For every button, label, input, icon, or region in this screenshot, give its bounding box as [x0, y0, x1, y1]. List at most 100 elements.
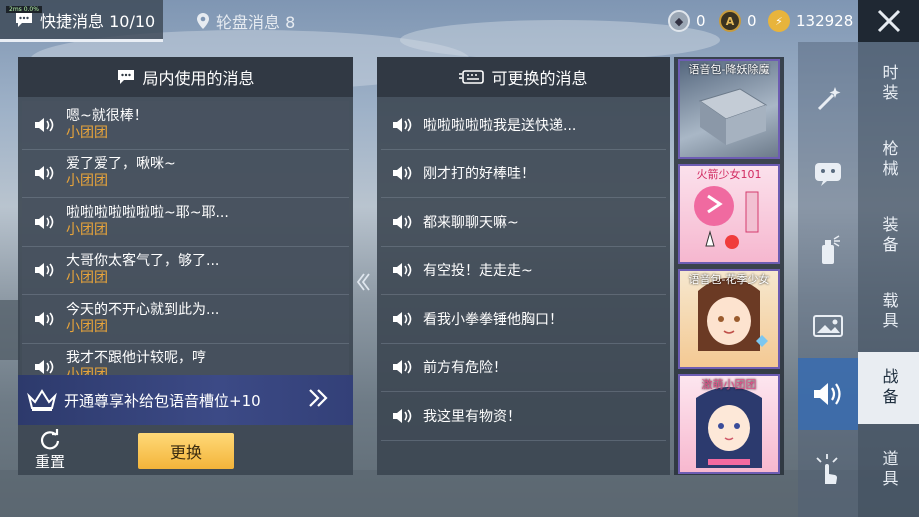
side-tab-fashion[interactable]: 时装	[858, 48, 919, 120]
currency-silver: ◆ 0	[668, 8, 706, 34]
list-item[interactable]: 今天的不开心就到此为... 小团团	[22, 295, 349, 344]
rail-item-picture[interactable]	[798, 290, 858, 362]
double-chevron-left-icon	[356, 273, 370, 291]
face-icon	[815, 163, 841, 186]
rail-item-spray[interactable]	[798, 214, 858, 286]
rail-item-face[interactable]	[798, 138, 858, 210]
currency-uc-value: 132928	[796, 12, 854, 30]
speaker-icon[interactable]	[391, 213, 413, 231]
speaker-icon[interactable]	[33, 213, 55, 231]
ag-coin-icon: A	[719, 10, 741, 32]
chat-bubble-icon	[16, 12, 32, 27]
top-bar: 快捷消息 10/10 2ms 0.0% 轮盘消息 8 ◆ 0 A 0 ⚡ 132…	[0, 0, 919, 42]
side-tab-equipment[interactable]: 装备	[858, 200, 919, 272]
currency-ag: A 0	[719, 8, 757, 34]
message-text: 嗯~就很棒！	[66, 107, 148, 124]
replaceable-messages-title: 可更换的消息	[491, 69, 588, 88]
chat-bubble-icon	[118, 70, 135, 84]
side-tab-vehicles[interactable]: 载具	[858, 276, 919, 348]
voice-pack-label: 语音包-花季少女	[688, 273, 770, 286]
in-game-messages-header: 局内使用的消息	[18, 57, 353, 97]
keyboard-chat-icon	[459, 70, 485, 84]
reset-label: 重置	[34, 453, 65, 471]
speaker-icon[interactable]	[33, 261, 55, 279]
voice-pack-label: 火箭少女101	[696, 168, 762, 181]
message-author: 小团团	[66, 124, 108, 141]
list-item[interactable]: 刚才打的好棒哇！	[381, 150, 666, 198]
list-item[interactable]: 看我小拳拳锤他胸口！	[381, 295, 666, 344]
message-text: 今天的不开心就到此为...	[66, 301, 220, 318]
picture-icon	[813, 315, 843, 337]
double-chevron-right-icon	[309, 389, 328, 407]
replace-button[interactable]: 更换	[138, 433, 234, 469]
currency-uc: ⚡ 132928	[768, 8, 853, 34]
spray-icon	[822, 235, 840, 264]
close-button[interactable]	[858, 0, 919, 42]
currency-ag-value: 0	[747, 12, 757, 30]
list-item[interactable]: 有空投！走走走~	[381, 247, 666, 295]
speaker-icon[interactable]	[33, 164, 55, 182]
message-text: 爱了爱了，啾咪~	[66, 156, 176, 173]
vip-banner-text: 开通尊享补给包语音槽位+10	[64, 391, 261, 410]
vip-upgrade-banner[interactable]: 开通尊享补给包语音槽位+10	[18, 375, 353, 425]
replaceable-messages-panel: 可更换的消息 啦啦啦啦啦我是送快递... 刚才打的好棒哇！ 都来聊聊天嘛~ 有空…	[377, 57, 670, 475]
speaker-icon[interactable]	[391, 261, 413, 279]
refresh-icon	[40, 429, 60, 450]
tab-wheel-messages[interactable]: 轮盘消息 8	[196, 0, 295, 42]
voice-pack-list: 语音包-降妖除魔 火箭少女101 语音包-花季少女 激萌小团团	[674, 57, 784, 475]
close-icon	[877, 9, 900, 33]
speaker-icon[interactable]	[391, 116, 413, 134]
message-text: 看我小拳拳锤他胸口！	[423, 311, 563, 328]
list-item[interactable]: 爱了爱了，啾咪~ 小团团	[22, 149, 349, 198]
voice-pack-card[interactable]: 火箭少女101	[678, 164, 780, 264]
list-item[interactable]: 嗯~就很棒！ 小团团	[22, 101, 349, 150]
rail-item-wand[interactable]	[798, 62, 858, 134]
list-item[interactable]: 啦啦啦啦啦我是送快递...	[381, 101, 666, 150]
in-game-messages-panel: 局内使用的消息 嗯~就很棒！ 小团团 爱了爱了，啾咪~ 小团团 啦啦啦啦啦啦啦~耶~…	[18, 57, 353, 475]
fps-overlay: 2ms 0.0%	[6, 6, 42, 13]
speaker-icon	[814, 383, 841, 405]
speaker-icon[interactable]	[391, 358, 413, 376]
list-item[interactable]: 大哥你太客气了，够了... 小团团	[22, 246, 349, 295]
gesture-icon	[816, 454, 838, 484]
message-text: 都来聊聊天嘛~	[423, 214, 519, 231]
voice-pack-card[interactable]: 激萌小团团	[678, 374, 780, 474]
message-text: 我才不跟他计较呢，哼	[66, 350, 206, 367]
speaker-icon[interactable]	[33, 116, 55, 134]
list-item[interactable]: 啦啦啦啦啦啦啦~耶~耶... 小团团	[22, 198, 349, 247]
rail-item-gesture[interactable]	[798, 434, 858, 506]
message-author: 小团团	[66, 221, 108, 238]
replaceable-message-list[interactable]: 啦啦啦啦啦我是送快递... 刚才打的好棒哇！ 都来聊聊天嘛~ 有空投！走走走~ …	[381, 101, 666, 441]
voice-pack-card[interactable]: 语音包-降妖除魔	[678, 59, 780, 159]
silver-coin-icon: ◆	[668, 10, 690, 32]
lightning-coin-icon: ⚡	[768, 10, 790, 32]
side-tab-props[interactable]: 道具	[858, 434, 919, 506]
message-text: 啦啦啦啦啦啦啦~耶~耶...	[66, 204, 229, 221]
message-text: 啦啦啦啦啦我是送快递...	[423, 117, 577, 134]
rail-item-speaker[interactable]	[798, 358, 858, 430]
in-game-messages-title: 局内使用的消息	[142, 69, 255, 88]
message-author: 小团团	[66, 270, 108, 287]
side-tab-firearms[interactable]: 枪械	[858, 124, 919, 196]
message-author: 小团团	[66, 173, 108, 190]
collapse-handle[interactable]	[354, 268, 372, 296]
speaker-icon[interactable]	[33, 358, 55, 376]
crown-icon	[27, 389, 57, 411]
speaker-icon[interactable]	[33, 310, 55, 328]
reset-button[interactable]: 重置	[30, 429, 70, 472]
list-item[interactable]: 都来聊聊天嘛~	[381, 198, 666, 247]
list-item[interactable]: 前方有危险！	[381, 344, 666, 392]
voice-pack-card[interactable]: 语音包-花季少女	[678, 269, 780, 369]
side-tab-combat-prep[interactable]: 战备	[858, 352, 919, 424]
voice-pack-label: 语音包-降妖除魔	[688, 63, 770, 76]
message-text: 刚才打的好棒哇！	[423, 166, 535, 183]
tab-wheel-label: 轮盘消息 8	[216, 13, 296, 32]
speaker-icon[interactable]	[391, 164, 413, 182]
replaceable-messages-header: 可更换的消息	[377, 57, 670, 97]
speaker-icon[interactable]	[391, 310, 413, 328]
message-author: 小团团	[66, 318, 108, 335]
speaker-icon[interactable]	[391, 407, 413, 425]
location-pin-icon	[197, 13, 209, 29]
list-item[interactable]: 我这里有物资！	[381, 392, 666, 441]
category-icon-rail	[798, 42, 858, 517]
